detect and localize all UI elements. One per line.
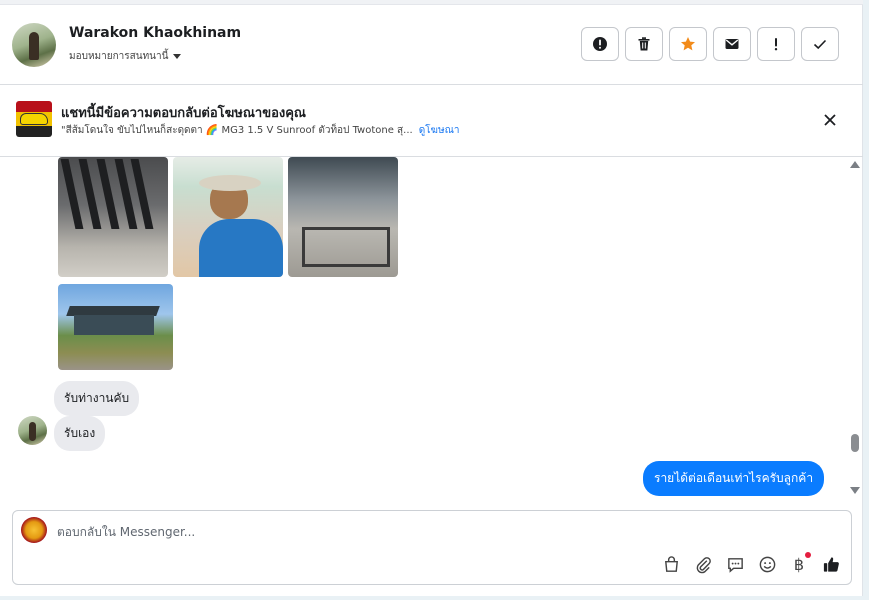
- star-icon: [681, 37, 695, 51]
- ad-banner-title: แชทนี้มีข้อความตอบกลับต่อโฆษณาของคุณ: [61, 106, 306, 121]
- alert-circle-icon: [593, 37, 607, 51]
- baht-icon: ฿: [793, 554, 805, 574]
- outgoing-message-bubble[interactable]: รายได้ต่อเดือนเท่าไรครับลูกค้า: [643, 461, 825, 496]
- saved-replies-button[interactable]: [725, 554, 745, 574]
- message-photo[interactable]: [288, 157, 398, 277]
- notification-dot: [805, 552, 811, 558]
- star-button[interactable]: [669, 27, 707, 61]
- incoming-message-bubble[interactable]: รับท่างานคับ: [54, 381, 140, 416]
- payment-button[interactable]: ฿: [789, 552, 811, 574]
- message-photo[interactable]: [58, 284, 173, 370]
- shopping-bag-icon: [664, 555, 678, 572]
- assign-conversation-dropdown[interactable]: มอบหมายการสนทนานี้: [69, 49, 182, 64]
- shop-button[interactable]: [661, 554, 681, 574]
- mark-important-button[interactable]: [757, 27, 795, 61]
- contact-avatar-small[interactable]: [18, 416, 47, 445]
- paperclip-icon: [696, 556, 711, 573]
- ad-snippet: "สีส้มโดนใจ ขับไปไหนก็สะดุดตา 🌈 MG3 1.5 …: [61, 123, 459, 138]
- incoming-message-bubble[interactable]: รับเอง: [54, 416, 106, 451]
- message-list[interactable]: รับท่างานคับ รับเอง รายได้ต่อเดือนเท่าไร…: [0, 157, 847, 504]
- scroll-up-arrow[interactable]: [850, 161, 860, 168]
- reply-input[interactable]: [57, 521, 757, 543]
- contact-avatar[interactable]: [12, 23, 56, 67]
- smiley-icon: [759, 556, 775, 572]
- caret-down-icon: [173, 54, 182, 59]
- contact-name[interactable]: Warakon Khaokhinam: [69, 25, 241, 41]
- header-actions: [581, 27, 839, 61]
- mark-spam-button[interactable]: [581, 27, 619, 61]
- trash-icon: [638, 37, 650, 51]
- close-banner-button[interactable]: [820, 110, 840, 130]
- view-ad-link[interactable]: ดูโฆษณา: [419, 125, 460, 136]
- emoji-button[interactable]: [757, 554, 777, 574]
- exclamation-icon: [774, 38, 778, 51]
- assign-label: มอบหมายการสนทนานี้: [69, 51, 169, 62]
- scroll-down-arrow[interactable]: [850, 487, 860, 494]
- ad-reply-banner: แชทนี้มีข้อความตอบกลับต่อโฆษณาของคุณ "สี…: [0, 86, 863, 157]
- like-button[interactable]: [821, 554, 841, 574]
- ad-snippet-text: "สีส้มโดนใจ ขับไปไหนก็สะดุดตา 🌈 MG3 1.5 …: [61, 125, 413, 136]
- chat-bubble-icon: [727, 557, 743, 573]
- scrollbar-thumb[interactable]: [851, 434, 859, 452]
- mail-icon: [725, 39, 739, 49]
- mark-done-button[interactable]: [801, 27, 839, 61]
- checkmark-icon: [813, 39, 827, 50]
- reply-composer: ฿: [12, 510, 852, 585]
- attach-button[interactable]: [693, 554, 713, 574]
- message-photo[interactable]: [173, 157, 283, 277]
- conversation-panel: Warakon Khaokhinam มอบหมายการสนทนานี้ แช…: [0, 0, 863, 596]
- message-photo[interactable]: [58, 157, 168, 277]
- page-avatar: [21, 517, 47, 543]
- ad-thumbnail[interactable]: [16, 101, 52, 137]
- delete-button[interactable]: [625, 27, 663, 61]
- thumbs-up-icon: [823, 556, 839, 572]
- conversation-header: Warakon Khaokhinam มอบหมายการสนทนานี้: [0, 5, 863, 85]
- mark-unread-button[interactable]: [713, 27, 751, 61]
- close-icon: [824, 114, 836, 126]
- composer-tools: ฿: [661, 552, 841, 574]
